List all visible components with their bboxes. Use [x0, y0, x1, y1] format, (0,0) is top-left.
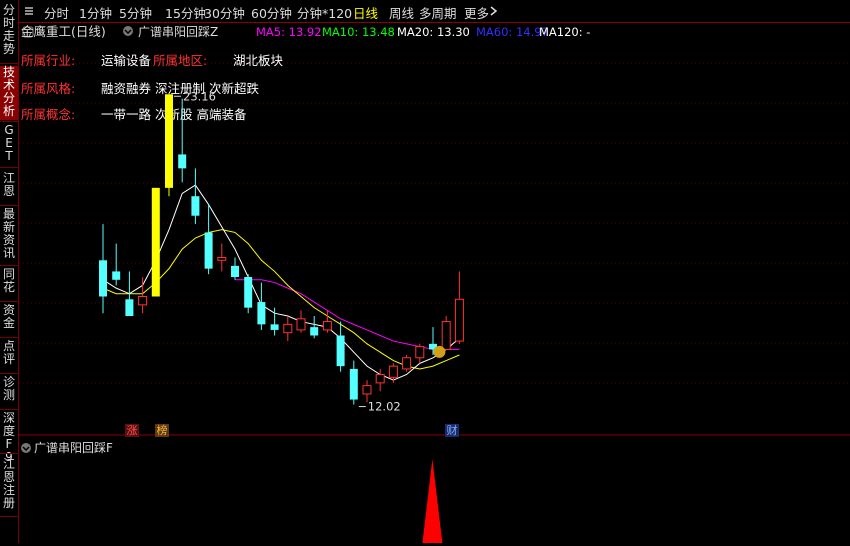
sidebar-divider: [0, 373, 18, 374]
candle-body-3[interactable]: [138, 296, 148, 306]
sidebar-item-1[interactable]: 技术分析: [0, 66, 18, 120]
period-tab-3[interactable]: 15分钟: [165, 3, 206, 22]
marker-1: 榜: [157, 423, 168, 437]
ma-legend-1: MA10: 13.48: [322, 25, 395, 39]
candle-body-9[interactable]: [217, 257, 227, 261]
sidebar-divider: [0, 121, 18, 122]
period-tab-9[interactable]: 多周期: [419, 3, 457, 22]
sidebar-divider: [0, 63, 18, 64]
money-bag-icon[interactable]: [433, 345, 446, 358]
candle-body-16[interactable]: [310, 327, 319, 336]
sidebar-item-0[interactable]: 分时走势: [0, 4, 18, 62]
ma20-line: [235, 279, 460, 350]
chart-svg[interactable]: 金鹰重工(日线) 广谱串阳回踩Z MA5: 13.92 MA10: 13.48 MA20…: [19, 23, 850, 543]
indicator-name-label: 广谱串阳回踩Z: [138, 25, 218, 39]
candle-body-12[interactable]: [257, 302, 266, 325]
info-label-2: 所属风格:: [21, 81, 75, 96]
candle-body-4[interactable]: [151, 187, 160, 297]
period-tab-1[interactable]: 1分钟: [79, 3, 112, 22]
ma-legend-2: MA20: 13.30: [397, 25, 470, 39]
period-tab-7[interactable]: 日线: [353, 3, 378, 22]
chevron-right-icon[interactable]: [489, 5, 499, 17]
sidebar-item-5[interactable]: 同花: [0, 268, 18, 300]
sidebar-item-10[interactable]: 江恩注册: [0, 458, 18, 515]
candle-body-20[interactable]: [362, 385, 372, 395]
period-tab-2[interactable]: 5分钟: [119, 3, 152, 22]
candle-body-27[interactable]: [454, 298, 464, 342]
candle-body-5[interactable]: [165, 94, 173, 188]
info-label-3: 所属概念:: [21, 107, 75, 122]
info-label-0: 所属行业:: [21, 53, 75, 68]
sidebar-divider: [0, 205, 18, 206]
sidebar-item-7[interactable]: 点评: [0, 340, 18, 372]
period-tab-5[interactable]: 60分钟: [251, 3, 292, 22]
sidebar-divider: [0, 453, 18, 454]
ma-legend-3: MA60: 14.97: [476, 25, 549, 39]
candle-body-15[interactable]: [296, 318, 306, 331]
period-tab-10[interactable]: 更多: [464, 3, 489, 22]
signal-spike: [422, 459, 443, 543]
candle-body-22[interactable]: [388, 365, 398, 378]
candle-body-0[interactable]: [99, 260, 107, 297]
info-value-2: 融资融券 深注册制 次新超跌: [101, 81, 259, 96]
period-toolbar: 分时 1分钟 5分钟 15分钟 30分钟 60分钟 分钟*120 日线 周线 多周期 更多: [19, 0, 850, 23]
kline-chart[interactable]: 金鹰重工(日线) 广谱串阳回踩Z MA5: 13.92 MA10: 13.48 MA20…: [19, 23, 850, 543]
info-label-1: 所属地区:: [153, 53, 207, 68]
period-tab-8[interactable]: 周线: [389, 3, 414, 22]
sidebar-item-4[interactable]: 最新资讯: [0, 208, 18, 264]
candle-body-13[interactable]: [270, 324, 279, 330]
sidebar: 分时走势技术分析 GET 江恩最新资讯同花资金点评诊测深度F9江恩注册: [0, 0, 19, 543]
candle-body-24[interactable]: [415, 346, 425, 359]
candle-body-1[interactable]: [112, 271, 121, 280]
candle-body-26[interactable]: [441, 321, 451, 350]
sub-indicator-dropdown-icon[interactable]: [21, 443, 31, 453]
sidebar-item-8[interactable]: 诊测: [0, 376, 18, 408]
info-value-0: 运输设备: [101, 53, 152, 68]
info-value-1: 湖北板块: [233, 53, 284, 68]
ma-legend-0: MA5: 13.92: [256, 25, 322, 39]
sidebar-divider: [0, 301, 18, 302]
ma-legend-4: MA120: -: [539, 25, 590, 39]
candle-body-8[interactable]: [204, 232, 213, 269]
period-tab-4[interactable]: 30分钟: [204, 3, 245, 22]
marker-2: 财: [447, 423, 458, 437]
sidebar-toggle-icon[interactable]: [23, 5, 35, 17]
period-tab-0[interactable]: 分时: [44, 3, 69, 22]
stock-name-label: 金鹰重工(日线): [21, 24, 106, 39]
indicator-dropdown-icon[interactable]: [123, 26, 133, 36]
candle-body-23[interactable]: [402, 357, 412, 370]
info-value-3: 一带一路 次新股 高端装备: [101, 107, 247, 122]
sidebar-item-9[interactable]: 深度F9: [0, 412, 18, 464]
period-tab-6[interactable]: 分钟*120: [297, 3, 352, 22]
candle-body-18[interactable]: [336, 335, 345, 367]
sidebar-divider: [0, 265, 18, 266]
candle-body-14[interactable]: [283, 323, 293, 334]
sidebar-divider: [0, 337, 18, 338]
sidebar-item-6[interactable]: 资金: [0, 304, 18, 336]
sub-indicator-title: 广谱串阳回踩F: [34, 441, 113, 455]
candle-body-17[interactable]: [322, 321, 332, 331]
sidebar-item-3[interactable]: 江恩: [0, 172, 18, 204]
low-price-label: 12.02: [368, 400, 401, 414]
candle-body-19[interactable]: [349, 368, 358, 400]
candle-body-6[interactable]: [178, 154, 187, 169]
candle-body-7[interactable]: [191, 196, 200, 216]
candle-body-21[interactable]: [375, 374, 385, 384]
sidebar-divider: [0, 409, 18, 410]
sidebar-divider: [0, 167, 18, 168]
candle-body-2[interactable]: [125, 299, 134, 316]
sidebar-item-2[interactable]: GET: [0, 124, 18, 166]
candle-body-11[interactable]: [244, 277, 253, 308]
marker-0: 涨: [127, 424, 138, 437]
candle-body-10[interactable]: [231, 265, 239, 277]
high-price-label: 23.16: [183, 89, 216, 103]
sidebar-divider: [0, 516, 18, 517]
